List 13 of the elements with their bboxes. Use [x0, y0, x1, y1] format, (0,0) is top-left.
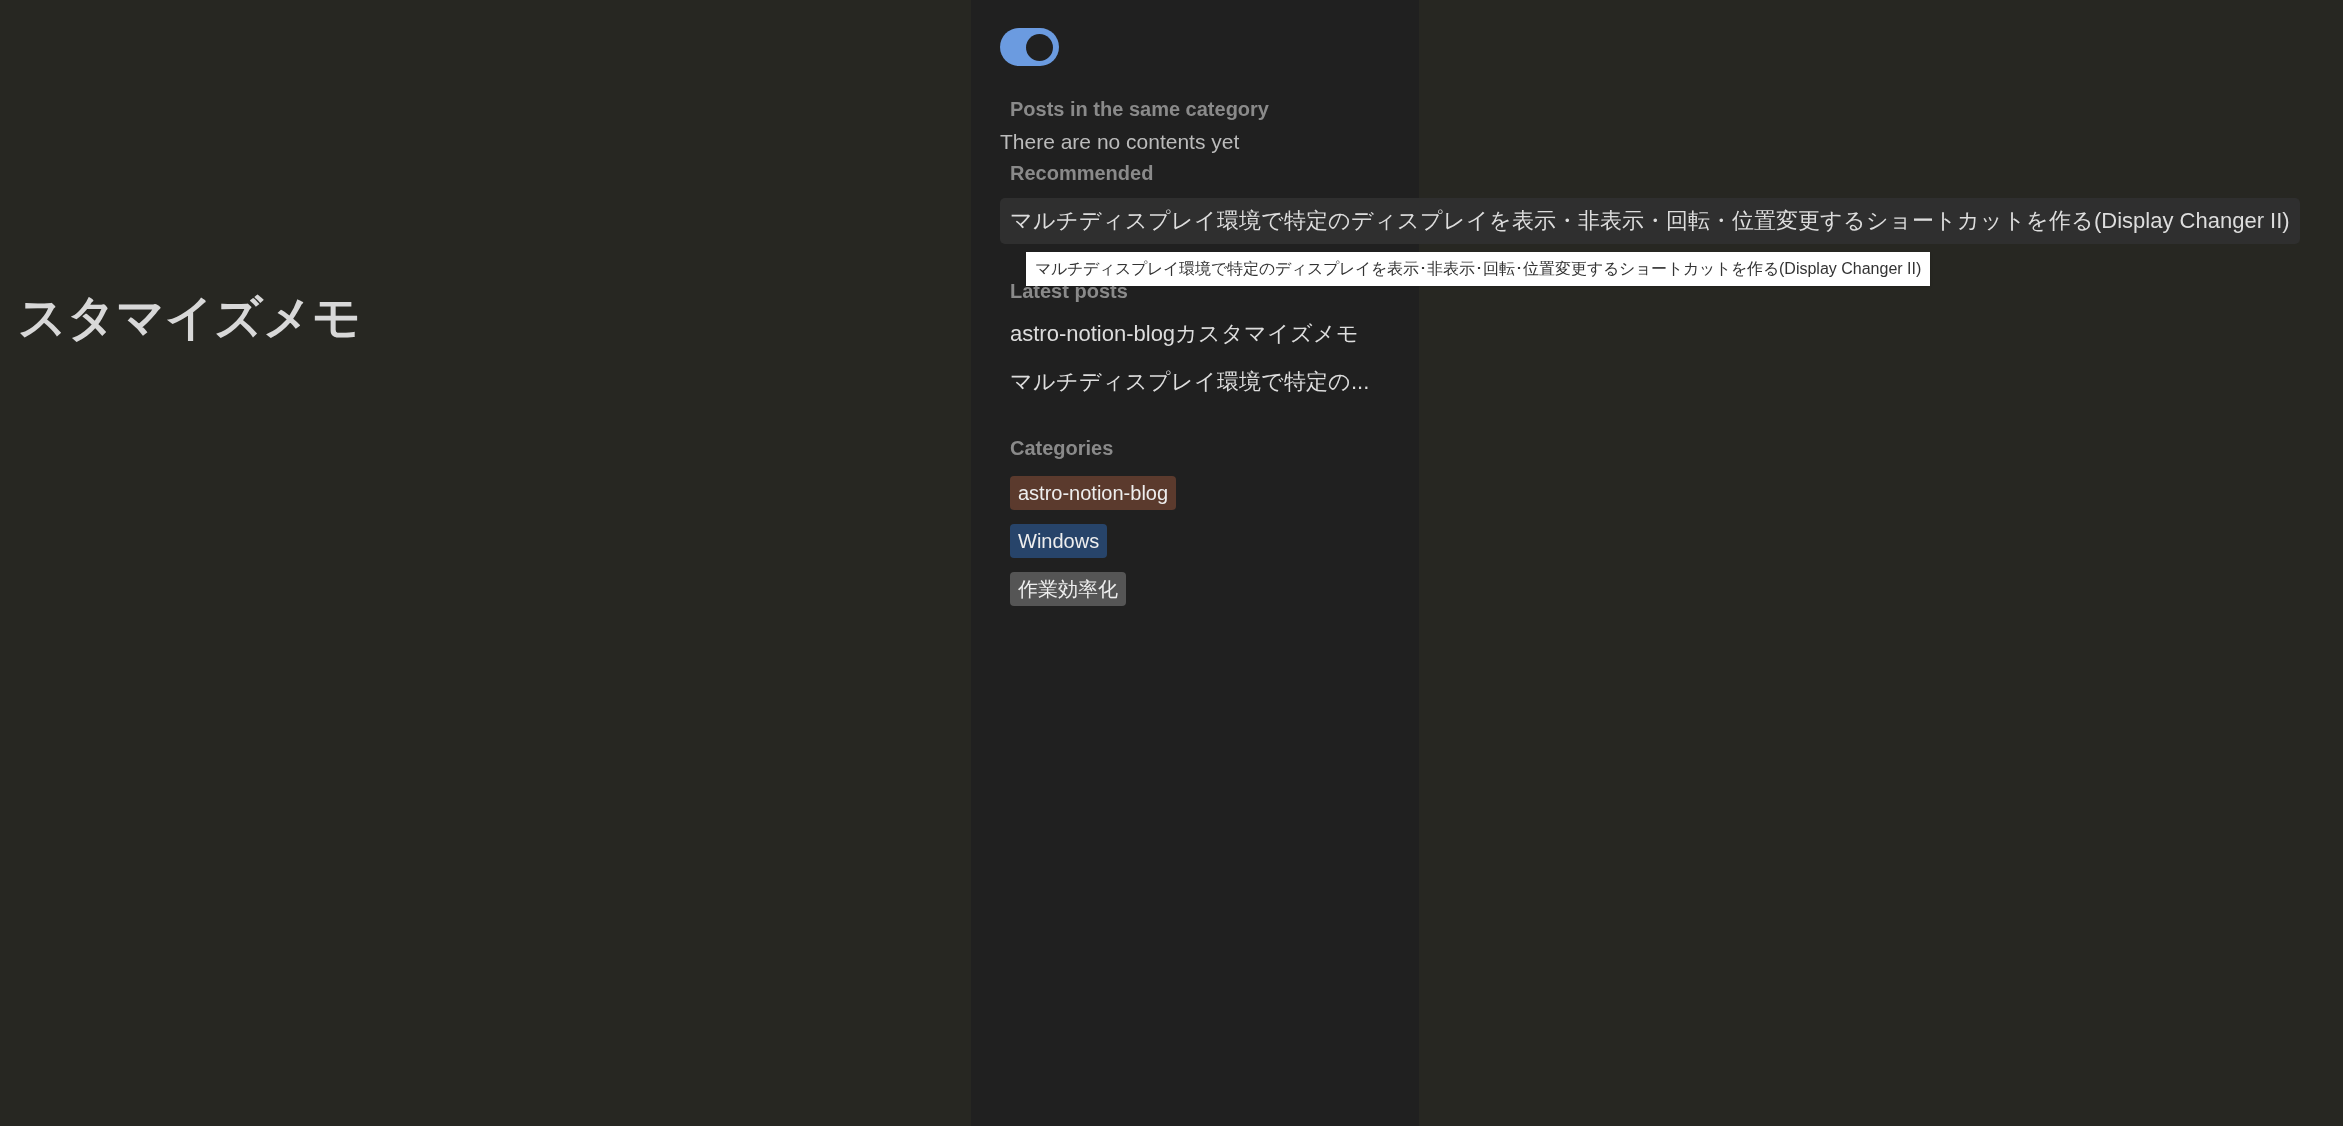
- tooltip: マルチディスプレイ環境で特定のディスプレイを表示･非表示･回転･位置変更するショートカットを作る(Display Changer II): [1026, 252, 1931, 286]
- category-tag[interactable]: 作業効率化: [1010, 572, 1126, 606]
- empty-message: There are no contents yet: [1000, 129, 1241, 155]
- latest-post-link[interactable]: マルチディスプレイ環境で特定の...: [1010, 365, 1370, 399]
- latest-post-link[interactable]: astro-notion-blogカスタマイズメモ: [1010, 317, 1360, 351]
- category-tag[interactable]: astro-notion-blog: [1010, 476, 1177, 510]
- post-title: スタマイズメモ: [18, 294, 362, 342]
- section-heading: Posts in the same category: [1010, 97, 1270, 122]
- recommended-post-link[interactable]: マルチディスプレイ環境で特定のディスプレイを表示・非表示・回転・位置変更するショートカットを作る(Display Changer II): [1000, 198, 2300, 244]
- section-heading: Categories: [1010, 436, 1115, 461]
- theme-toggle[interactable]: [1000, 28, 1059, 66]
- section-heading: Recommended: [1010, 161, 1155, 186]
- category-tag[interactable]: Windows: [1010, 524, 1108, 558]
